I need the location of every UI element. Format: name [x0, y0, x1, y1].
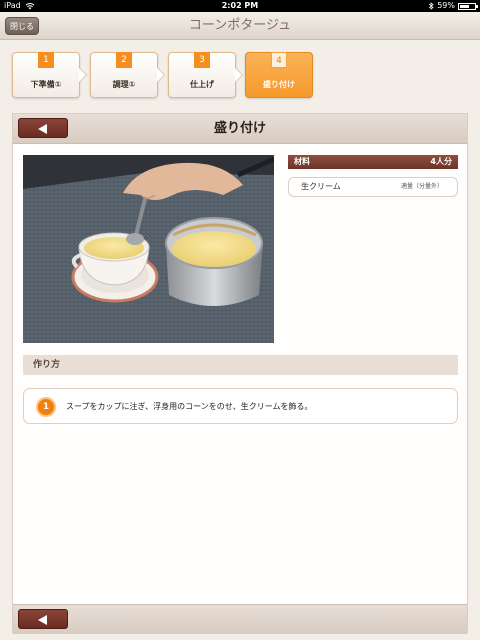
- step-label: 下準備①: [30, 80, 62, 89]
- status-time: 2:02 PM: [221, 1, 259, 10]
- step-arrow-icon: [235, 68, 242, 82]
- ingredient-name: 生クリーム: [301, 182, 341, 191]
- content-panel: 盛り付け 材料 4人分 生クリーム 適量（分量外） 作り方 1 スープをカップに…: [12, 113, 468, 634]
- step-tab-3[interactable]: 3 仕上げ: [168, 52, 242, 98]
- status-bar: iPad 2:02 PM 59%: [0, 0, 480, 12]
- step-tab-1[interactable]: 1 下準備①: [12, 52, 86, 98]
- step-arrow-icon: [79, 68, 86, 82]
- step-tab-4[interactable]: 4 盛り付け: [245, 52, 313, 98]
- panel-title: 盛り付け: [213, 121, 266, 136]
- back-button[interactable]: [18, 118, 68, 138]
- dish-photo: [23, 155, 274, 343]
- step-number: 2: [116, 52, 132, 68]
- ingredients-title: 材料: [294, 157, 310, 166]
- panel-footer: [13, 604, 467, 634]
- howto-step: 1 スープをカップに注ぎ、浮身用のコーンをのせ、生クリームを飾る。: [23, 388, 458, 424]
- howto-step-text: スープをカップに注ぎ、浮身用のコーンをのせ、生クリームを飾る。: [66, 402, 313, 411]
- howto-header: 作り方: [23, 355, 458, 375]
- battery-icon: [458, 3, 478, 10]
- step-label: 盛り付け: [263, 80, 295, 89]
- close-button[interactable]: 閉じる: [5, 17, 39, 35]
- bluetooth-icon: [428, 2, 434, 10]
- battery-percent: 59%: [437, 1, 455, 10]
- back-arrow-icon: [38, 615, 47, 625]
- step-number-badge: 1: [36, 397, 56, 417]
- step-label: 調理①: [112, 80, 136, 89]
- step-number: 4: [271, 52, 287, 68]
- ingredient-amount: 適量（分量外）: [400, 183, 443, 190]
- step-number: 3: [194, 52, 210, 68]
- servings-label: 4人分: [430, 157, 452, 166]
- panel-header: 盛り付け: [13, 114, 467, 144]
- step-number: 1: [38, 52, 54, 68]
- back-button-bottom[interactable]: [18, 609, 68, 629]
- ingredient-row: 生クリーム 適量（分量外）: [288, 177, 458, 197]
- ingredients-header: 材料 4人分: [288, 155, 458, 169]
- step-tab-2[interactable]: 2 調理①: [90, 52, 164, 98]
- recipe-title: コーンポタージュ: [188, 18, 292, 33]
- navigation-bar: 閉じる コーンポタージュ: [0, 12, 480, 40]
- back-arrow-icon: [38, 124, 47, 134]
- step-arrow-icon: [157, 68, 164, 82]
- step-label: 仕上げ: [190, 80, 214, 89]
